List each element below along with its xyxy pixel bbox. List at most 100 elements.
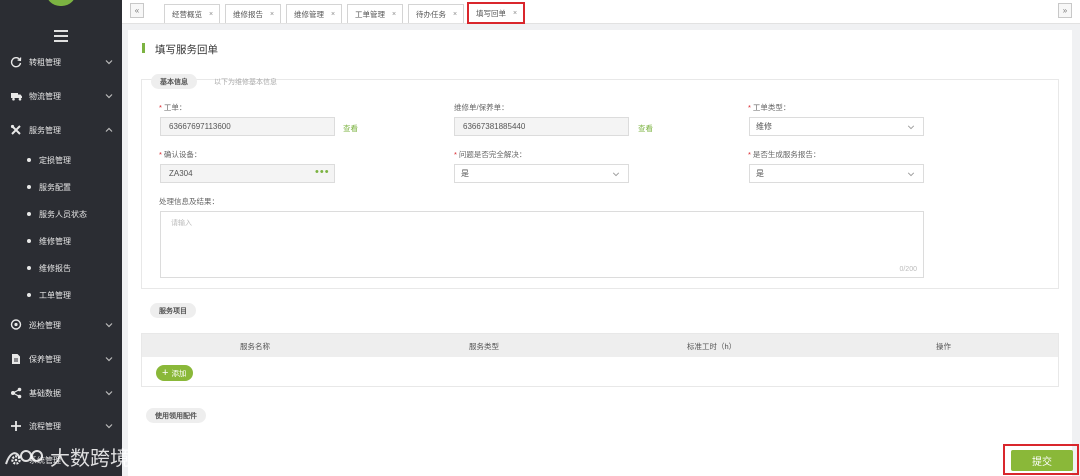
basic-info-hint: 以下为维修基本信息 [214, 79, 277, 86]
service-report-value: 是 [756, 169, 764, 178]
sidebar-item-service[interactable]: 服务管理 [0, 117, 122, 143]
process-info-placeholder: 请输入 [171, 220, 192, 227]
add-button-label: 添加 [171, 368, 187, 378]
basic-info-section: 基本信息 以下为维修基本信息 * 工单： 63667697113600 查看 维修… [141, 74, 1059, 289]
tab-label: 维修管理 [294, 9, 324, 19]
tab-business-overview[interactable]: 经营概览 × [164, 4, 221, 23]
parts-badge: 使用领用配件 [146, 408, 206, 423]
process-info-textarea[interactable]: 请输入 0/200 [160, 211, 924, 278]
tab-label: 维修报告 [233, 9, 263, 19]
sidebar-subitem[interactable]: 维修管理 [0, 230, 122, 252]
chevron-down-icon [907, 172, 915, 177]
column-header: 操作 [936, 342, 951, 351]
close-icon[interactable]: × [270, 11, 274, 18]
tab-scroll-left-button[interactable]: « [130, 3, 144, 18]
sidebar-subitem[interactable]: 服务人员状态 [0, 203, 122, 225]
truck-icon [9, 89, 23, 103]
bullet-icon [27, 185, 31, 189]
sidebar-subitem-label: 维修管理 [39, 236, 71, 246]
sidebar-subitem-label: 服务人员状态 [39, 209, 87, 219]
tab-scroll-right-button[interactable]: » [1058, 3, 1072, 18]
chevron-down-icon [907, 125, 915, 130]
resolved-value: 是 [461, 169, 469, 178]
submit-button[interactable]: 提交 [1011, 450, 1073, 471]
sidebar-item-label: 流程管理 [29, 421, 61, 431]
sidebar-item-label: 转租管理 [29, 57, 61, 67]
close-icon[interactable]: × [331, 11, 335, 18]
tab-repair-management[interactable]: 维修管理 × [286, 4, 343, 23]
column-header: 服务名称 [240, 342, 270, 351]
column-header: 标准工时（h） [687, 342, 737, 351]
service-items-table: 服务名称 服务类型 标准工时（h） 操作 + 添加 [141, 333, 1059, 387]
watermark-text: 大数跨境 [50, 446, 130, 470]
service-report-select[interactable]: 是 [749, 164, 924, 183]
sidebar-subitem[interactable]: 服务配置 [0, 176, 122, 198]
close-icon[interactable]: × [513, 10, 517, 17]
sidebar-subitem-label: 工单管理 [39, 290, 71, 300]
service-report-label: * 是否生成服务报告： [748, 150, 821, 159]
sidebar-subitem[interactable]: 维修报告 [0, 257, 122, 279]
view-work-order-link[interactable]: 查看 [343, 123, 358, 134]
logo [46, 0, 76, 6]
chevron-down-icon [105, 357, 113, 362]
sidebar: 转租管理 物流管理 服务管理 定损管理 服务配置 服务人员状态 维修管理 维修报… [0, 0, 122, 476]
sidebar-item-label: 基础数据 [29, 388, 61, 398]
tab-fill-receipt[interactable]: 填写回单 × [467, 2, 526, 24]
chevron-down-icon [105, 323, 113, 328]
close-icon[interactable]: × [392, 11, 396, 18]
chevron-down-icon [612, 172, 620, 177]
sidebar-subitem[interactable]: 定损管理 [0, 149, 122, 171]
sidebar-item-basic-data[interactable]: 基础数据 [0, 380, 122, 406]
close-icon[interactable]: × [209, 11, 213, 18]
sidebar-subitem-label: 服务配置 [39, 182, 71, 192]
order-type-select[interactable]: 维修 [749, 117, 924, 136]
service-items-badge: 服务项目 [150, 303, 196, 318]
order-type-value: 维修 [756, 122, 772, 131]
sidebar-item-process[interactable]: 流程管理 [0, 413, 122, 439]
document-icon [9, 352, 23, 366]
sidebar-item-inspection[interactable]: 巡检管理 [0, 312, 122, 338]
repair-order-input[interactable]: 63667381885440 [454, 117, 629, 136]
device-label: * 确认设备： [159, 150, 202, 159]
sidebar-item-logistics[interactable]: 物流管理 [0, 83, 122, 109]
device-input[interactable]: ZA304 [160, 164, 335, 183]
sidebar-item-label: 保养管理 [29, 354, 61, 364]
basic-info-badge: 基本信息 [151, 74, 197, 89]
add-service-item-button[interactable]: + 添加 [156, 365, 194, 381]
view-repair-order-link[interactable]: 查看 [638, 123, 653, 134]
work-order-label: * 工单： [159, 103, 187, 112]
sidebar-item-label: 物流管理 [29, 91, 61, 101]
tab-todo-tasks[interactable]: 待办任务 × [408, 4, 465, 23]
plus-icon [9, 419, 23, 433]
watermark-logo-icon [5, 449, 43, 464]
order-type-label: * 工单类型： [748, 103, 791, 112]
chevron-down-icon [105, 391, 113, 396]
chevron-down-icon [105, 424, 113, 429]
sidebar-item-sublease[interactable]: 转租管理 [0, 49, 122, 75]
location-icon [9, 318, 23, 332]
menu-toggle-icon[interactable] [54, 30, 68, 42]
process-info-label: 处理信息及结果： [159, 197, 219, 206]
column-header: 服务类型 [469, 342, 499, 351]
tab-repair-report[interactable]: 维修报告 × [225, 4, 282, 23]
tab-label: 填写回单 [476, 8, 506, 18]
work-order-input[interactable]: 63667697113600 [160, 117, 335, 136]
tools-icon [9, 123, 23, 137]
more-dots-icon[interactable]: ••• [315, 166, 330, 178]
sidebar-item-maintenance[interactable]: 保养管理 [0, 346, 122, 372]
double-left-arrow-icon: « [134, 6, 140, 15]
sidebar-subitem-label: 维修报告 [39, 263, 71, 273]
page-title: 填写服务回单 [155, 44, 218, 56]
refresh-icon [9, 55, 23, 69]
bullet-icon [27, 266, 31, 270]
bullet-icon [27, 293, 31, 297]
char-counter: 0/200 [899, 266, 917, 273]
sidebar-item-label: 服务管理 [29, 125, 61, 135]
double-right-arrow-icon: » [1062, 6, 1068, 15]
repair-order-label: 维修单/保养单： [454, 103, 509, 112]
tab-work-order-management[interactable]: 工单管理 × [347, 4, 404, 23]
close-icon[interactable]: × [453, 11, 457, 18]
sidebar-subitem[interactable]: 工单管理 [0, 284, 122, 306]
resolved-select[interactable]: 是 [454, 164, 629, 183]
bullet-icon [27, 212, 31, 216]
